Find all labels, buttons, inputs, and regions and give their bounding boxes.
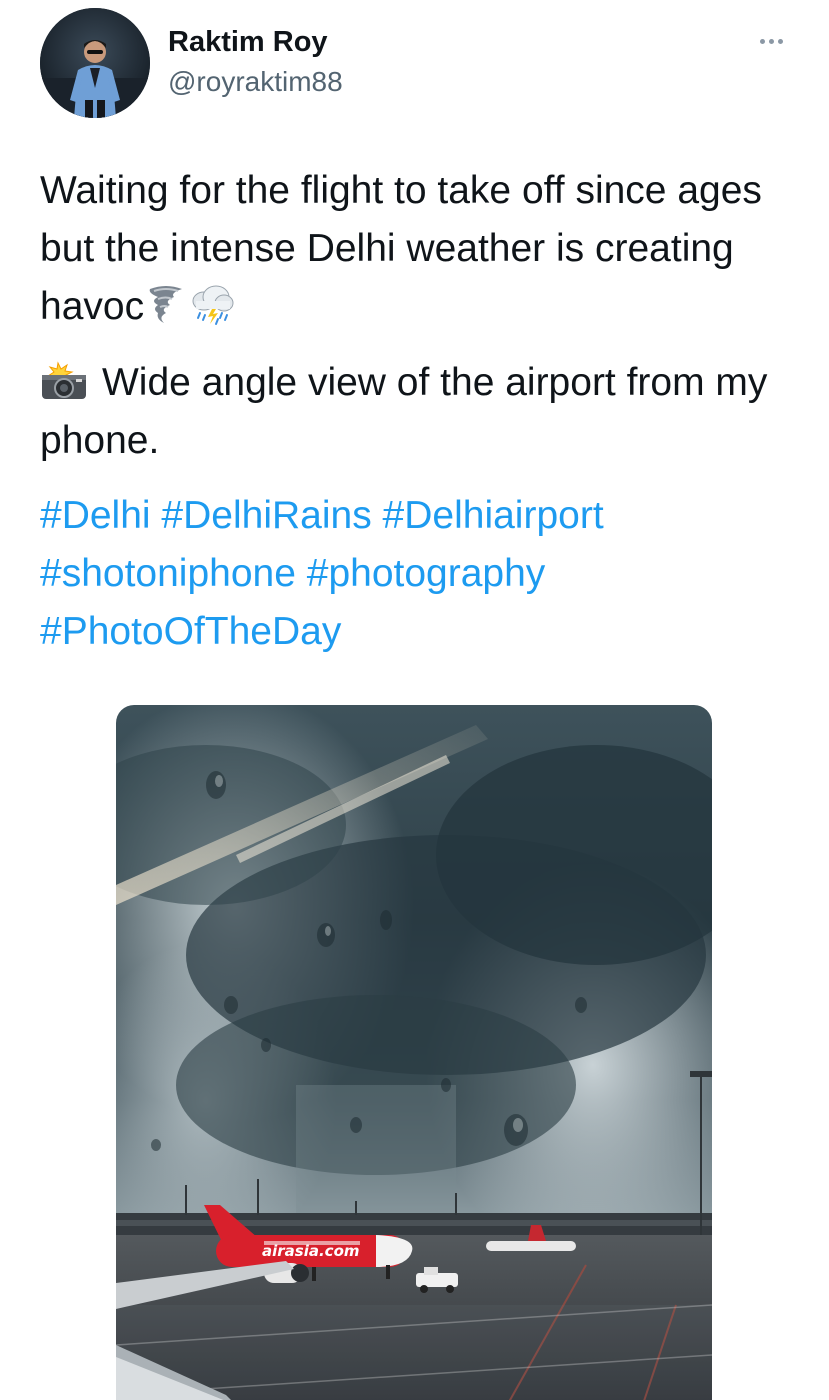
hashtag-photooftheday[interactable]: #PhotoOfTheDay [40, 610, 341, 653]
more-dot [768, 38, 774, 44]
user-handle[interactable]: @royraktim88 [168, 62, 343, 102]
hashtag-delhiairport[interactable]: #Delhiairport [383, 494, 604, 537]
hashtag-shotoniphone[interactable]: #shotoniphone [40, 552, 296, 595]
hashtag-photography[interactable]: #photography [307, 552, 546, 595]
user-info[interactable]: Raktim Roy @royraktim88 [168, 22, 343, 102]
camera-flash-emoji [40, 361, 88, 401]
rain-cloud-emoji [188, 283, 236, 327]
avatar[interactable] [40, 8, 150, 118]
profile-photo-icon [40, 8, 150, 118]
hashtag-delhi[interactable]: #Delhi [40, 494, 151, 537]
tweet-photo[interactable]: airasia.com [116, 705, 712, 1400]
hashtag-delhirains[interactable]: #DelhiRains [161, 494, 371, 537]
tweet-line-2: Wide angle view of the airport from my p… [40, 361, 768, 462]
tornado-emoji [146, 283, 186, 327]
tweet-paragraph-1: Waiting for the flight to take off since… [40, 162, 810, 336]
tweet-text: Waiting for the flight to take off since… [40, 162, 810, 470]
more-horizontal-icon [759, 38, 765, 44]
more-dot [777, 38, 783, 44]
hashtag-list: #Delhi #DelhiRains #Delhiairport #shoton… [40, 487, 810, 661]
display-name[interactable]: Raktim Roy [168, 22, 343, 62]
airasia-livery-text: airasia.com [262, 1242, 360, 1260]
tweet-paragraph-2: Wide angle view of the airport from my p… [40, 354, 810, 470]
more-options-button[interactable] [753, 28, 789, 54]
storm-airport-photo: airasia.com [116, 705, 712, 1400]
